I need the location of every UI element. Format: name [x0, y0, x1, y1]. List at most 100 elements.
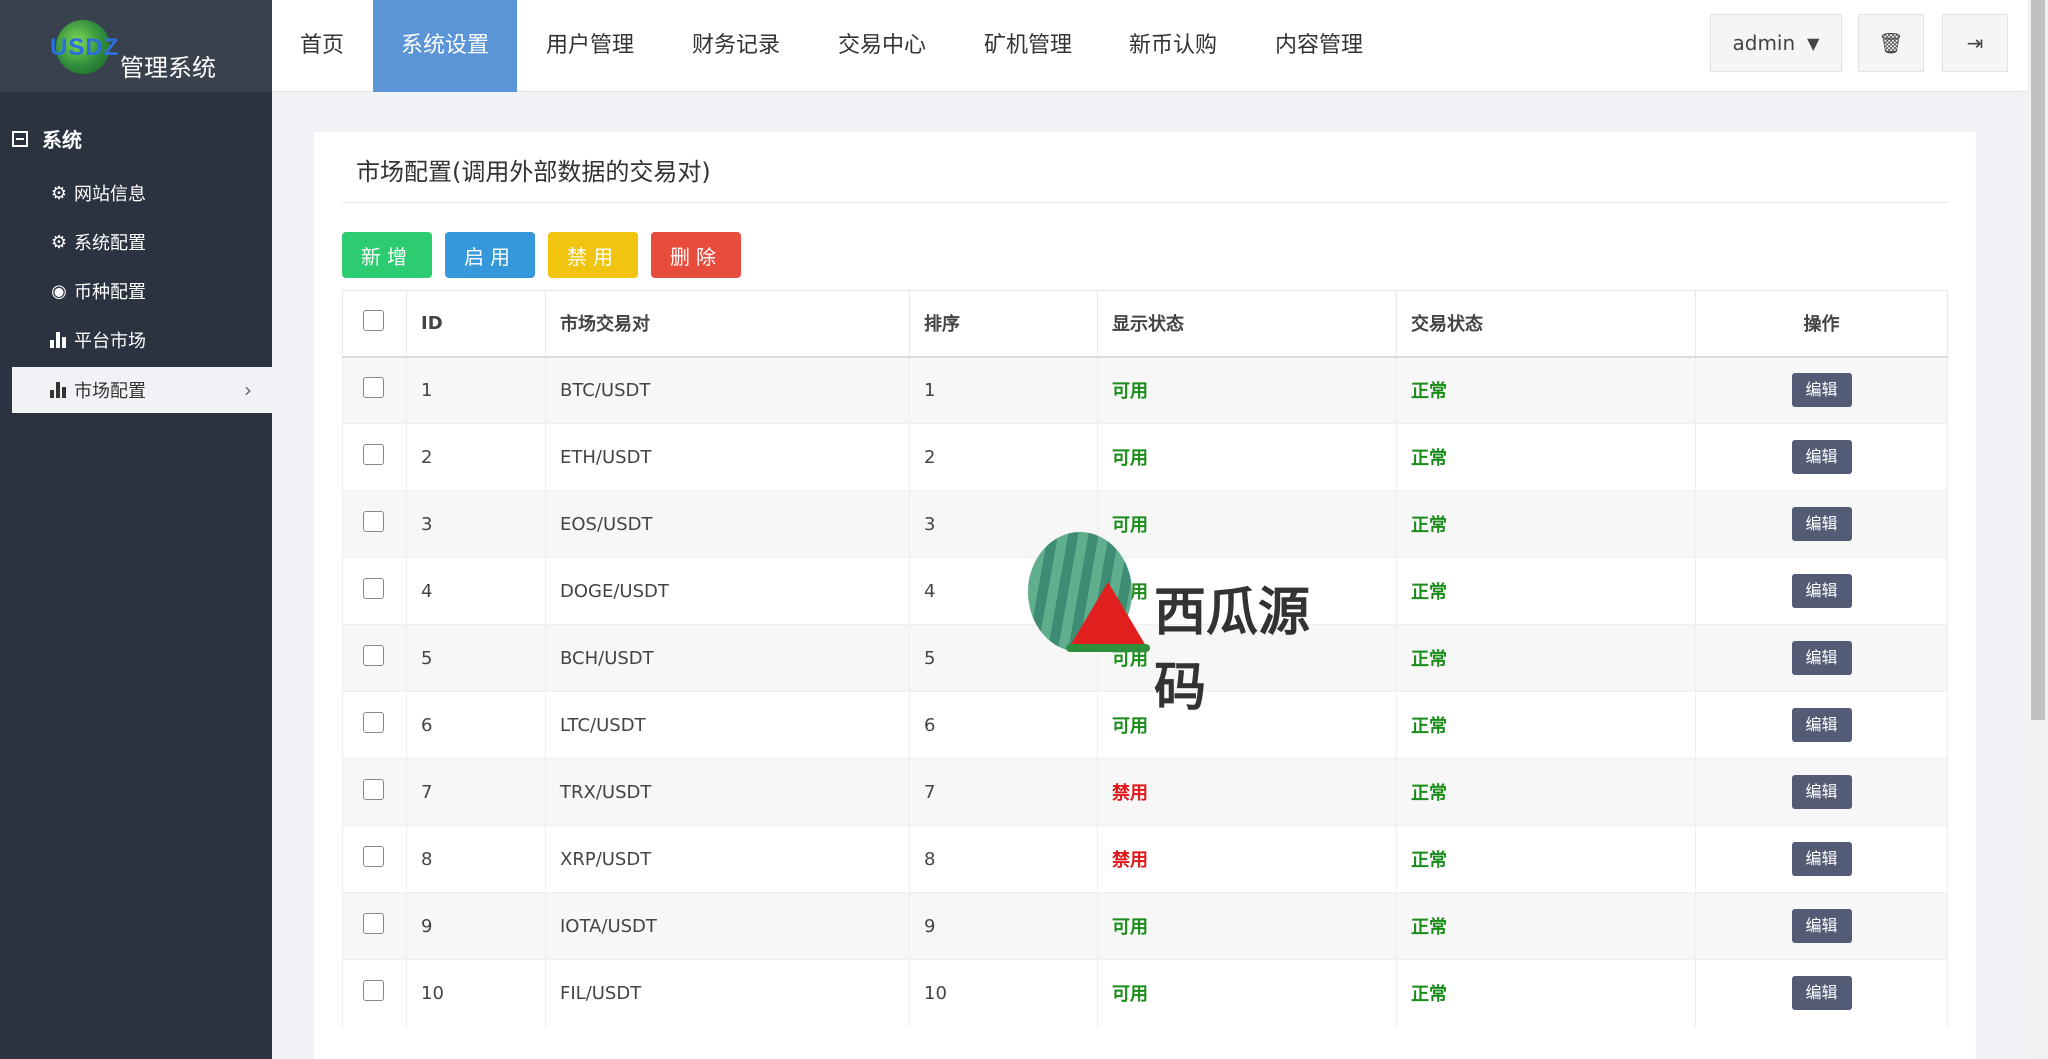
col-display-status: 显示状态 — [1097, 290, 1397, 358]
nav-finance-records[interactable]: 财务记录 — [664, 0, 808, 92]
edit-button[interactable]: 编辑 — [1791, 976, 1852, 1011]
row-select-cell — [342, 758, 407, 826]
table-header-row: ID 市场交易对 排序 显示状态 交易状态 操作 — [342, 290, 1948, 358]
sidebar-item-market-config[interactable]: 市场配置 › — [12, 367, 272, 413]
row-checkbox[interactable] — [363, 913, 384, 934]
cell-pair: DOGE/USDT — [545, 557, 910, 625]
cell-display-status: 可用 — [1097, 423, 1397, 491]
cell-actions: 编辑 — [1695, 423, 1948, 491]
cell-display-status: 可用 — [1097, 892, 1397, 960]
sidebar-item-platform-market[interactable]: 平台市场 — [12, 317, 272, 363]
row-checkbox[interactable] — [363, 578, 384, 599]
table-row: 6 LTC/USDT 6 可用 正常 编辑 — [342, 691, 1948, 759]
nav-home[interactable]: 首页 — [272, 0, 372, 92]
status-badge: 正常 — [1411, 716, 1447, 737]
cell-trade-status: 正常 — [1396, 959, 1696, 1027]
status-badge: 正常 — [1411, 582, 1447, 603]
sidebar-item-coin-config[interactable]: ◉ 币种配置 — [12, 268, 272, 314]
cell-pair: EOS/USDT — [545, 490, 910, 558]
edit-button[interactable]: 编辑 — [1791, 708, 1852, 742]
nav-miner-management[interactable]: 矿机管理 — [956, 0, 1100, 92]
bar-chart-icon — [50, 332, 68, 348]
cell-trade-status: 正常 — [1396, 557, 1696, 625]
watermark: 西瓜源码 — [1020, 530, 1360, 718]
sidebar-item-label: 网站信息 — [74, 184, 146, 205]
status-badge: 正常 — [1411, 917, 1447, 938]
edit-button[interactable]: 编辑 — [1791, 507, 1852, 541]
row-select-cell — [342, 959, 407, 1027]
cell-trade-status: 正常 — [1396, 423, 1696, 491]
row-select-cell — [342, 356, 407, 424]
cell-trade-status: 正常 — [1396, 490, 1696, 558]
add-button[interactable]: 新增 — [342, 232, 432, 278]
cell-id: 10 — [406, 959, 546, 1027]
col-trade-status: 交易状态 — [1396, 290, 1696, 358]
status-badge: 可用 — [1112, 381, 1148, 403]
row-checkbox[interactable] — [363, 444, 384, 465]
logo-title: 管理系统 — [120, 54, 216, 82]
table-row: 1 BTC/USDT 1 可用 正常 编辑 — [342, 356, 1948, 424]
nav-new-coin-subscription[interactable]: 新币认购 — [1101, 0, 1245, 92]
row-select-cell — [342, 624, 407, 692]
edit-button[interactable]: 编辑 — [1791, 842, 1852, 876]
logout-icon: ⇥ — [1966, 31, 1984, 55]
cell-pair: XRP/USDT — [545, 825, 910, 893]
cell-trade-status: 正常 — [1396, 825, 1696, 893]
edit-button[interactable]: 编辑 — [1791, 574, 1852, 608]
edit-button[interactable]: 编辑 — [1791, 440, 1852, 474]
nav-content-management[interactable]: 内容管理 — [1247, 0, 1391, 92]
edit-button[interactable]: 编辑 — [1791, 775, 1852, 809]
col-sort: 排序 — [909, 290, 1098, 358]
user-menu-button[interactable]: admin ▼ — [1710, 14, 1842, 72]
watermelon-slice-icon — [1070, 582, 1146, 646]
delete-button[interactable]: 删除 — [651, 232, 741, 278]
row-select-cell — [342, 825, 407, 893]
edit-button[interactable]: 编辑 — [1791, 373, 1852, 408]
cell-pair: FIL/USDT — [545, 959, 910, 1027]
nav-system-settings[interactable]: 系统设置 — [373, 0, 518, 92]
scrollbar-thumb[interactable] — [2031, 0, 2045, 720]
disable-button[interactable]: 禁用 — [548, 232, 638, 278]
cell-sort: 7 — [909, 758, 1098, 826]
cell-id: 3 — [406, 490, 546, 558]
sidebar-item-system-config[interactable]: ⚙ 系统配置 — [12, 219, 272, 265]
cell-trade-status: 正常 — [1396, 892, 1696, 960]
cell-actions: 编辑 — [1695, 624, 1948, 692]
sidebar-item-site-info[interactable]: ⚙ 网站信息 — [12, 170, 272, 216]
row-checkbox[interactable] — [363, 511, 384, 532]
nav-trading-center[interactable]: 交易中心 — [810, 0, 954, 92]
row-checkbox[interactable] — [363, 712, 384, 733]
edit-button[interactable]: 编辑 — [1791, 909, 1852, 943]
status-badge: 可用 — [1112, 448, 1148, 469]
table-row: 7 TRX/USDT 7 禁用 正常 编辑 — [342, 758, 1948, 826]
cell-id: 5 — [406, 624, 546, 692]
select-all-checkbox[interactable] — [363, 310, 384, 332]
logout-button[interactable]: ⇥ — [1942, 14, 2008, 72]
watermelon-rind — [1066, 644, 1150, 652]
watermark-text: 西瓜源码 — [1154, 583, 1311, 718]
cell-pair: ETH/USDT — [545, 423, 910, 491]
edit-button[interactable]: 编辑 — [1791, 641, 1852, 675]
cell-display-status: 可用 — [1097, 356, 1397, 424]
status-badge: 正常 — [1411, 783, 1447, 804]
page-scrollbar[interactable] — [2028, 0, 2048, 1059]
row-select-cell — [342, 892, 407, 960]
row-checkbox[interactable] — [363, 980, 384, 1002]
row-checkbox[interactable] — [363, 377, 384, 399]
status-badge: 正常 — [1411, 515, 1447, 536]
clear-cache-button[interactable]: 🗑 — [1858, 14, 1924, 72]
row-checkbox[interactable] — [363, 779, 384, 800]
status-badge: 正常 — [1411, 448, 1447, 469]
cell-id: 6 — [406, 691, 546, 759]
sidebar-item-label: 系统配置 — [74, 233, 146, 254]
col-id: ID — [406, 290, 546, 358]
nav-user-management[interactable]: 用户管理 — [518, 0, 662, 92]
row-checkbox[interactable] — [363, 846, 384, 867]
table-row: 8 XRP/USDT 8 禁用 正常 编辑 — [342, 825, 1948, 893]
enable-button[interactable]: 启用 — [445, 232, 535, 278]
cell-actions: 编辑 — [1695, 557, 1948, 625]
cell-actions: 编辑 — [1695, 356, 1948, 424]
sidebar-section-system[interactable]: 系统 — [12, 124, 82, 153]
row-checkbox[interactable] — [363, 645, 384, 666]
cell-actions: 编辑 — [1695, 825, 1948, 893]
